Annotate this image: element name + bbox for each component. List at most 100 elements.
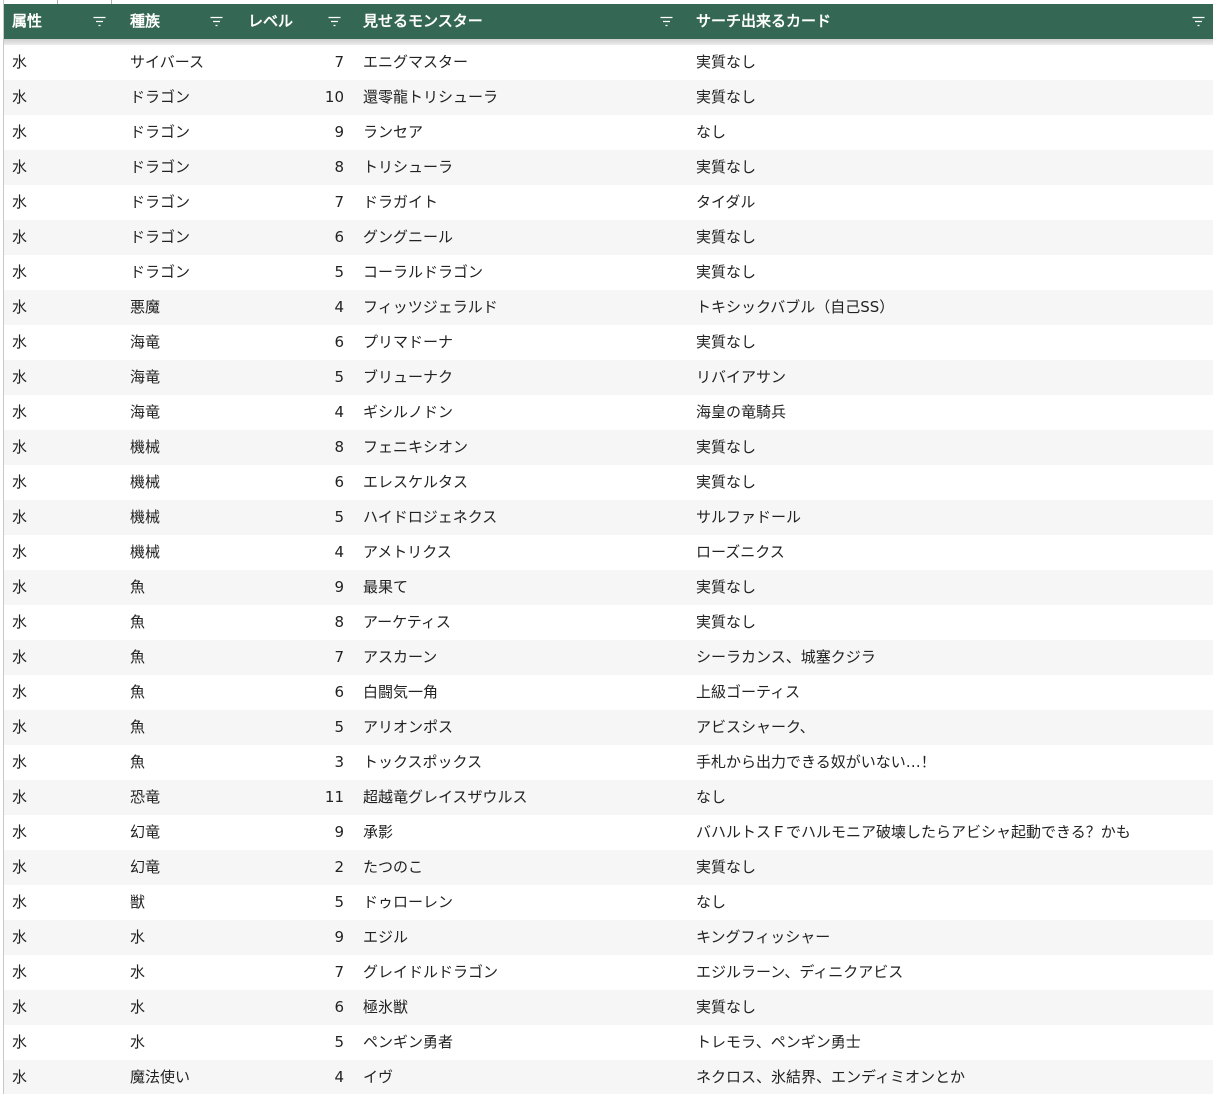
cell-level[interactable]: 4 (244, 1060, 344, 1094)
cell-level[interactable]: 5 (244, 1025, 344, 1060)
cell-searchable-card[interactable]: 実質なし (696, 570, 1211, 605)
cell-level[interactable]: 9 (244, 920, 344, 955)
cell-attribute[interactable]: 水 (12, 185, 112, 220)
cell-attribute[interactable]: 水 (12, 395, 112, 430)
cell-reveal-monster[interactable]: グングニール (363, 220, 683, 255)
cell-attribute[interactable]: 水 (12, 920, 112, 955)
cell-attribute[interactable]: 水 (12, 605, 112, 640)
cell-type[interactable]: ドラゴン (130, 80, 240, 115)
filter-icon[interactable] (210, 15, 223, 28)
cell-type[interactable]: ドラゴン (130, 185, 240, 220)
cell-level[interactable]: 6 (244, 325, 344, 360)
cell-level[interactable]: 4 (244, 535, 344, 570)
cell-type[interactable]: ドラゴン (130, 150, 240, 185)
cell-attribute[interactable]: 水 (12, 570, 112, 605)
cell-reveal-monster[interactable]: ブリューナク (363, 360, 683, 395)
cell-searchable-card[interactable]: トレモラ、ペンギン勇士 (696, 1025, 1211, 1060)
cell-attribute[interactable]: 水 (12, 500, 112, 535)
cell-searchable-card[interactable]: バハルトスＦでハルモニア破壊したらアビシャ起動できる？かも (696, 815, 1211, 850)
cell-attribute[interactable]: 水 (12, 990, 112, 1025)
cell-level[interactable]: 2 (244, 850, 344, 885)
cell-searchable-card[interactable]: なし (696, 780, 1211, 815)
cell-attribute[interactable]: 水 (12, 815, 112, 850)
cell-type[interactable]: 機械 (130, 535, 240, 570)
cell-attribute[interactable]: 水 (12, 745, 112, 780)
cell-type[interactable]: ドラゴン (130, 255, 240, 290)
cell-type[interactable]: ドラゴン (130, 220, 240, 255)
cell-searchable-card[interactable]: 実質なし (696, 465, 1211, 500)
cell-level[interactable]: 5 (244, 885, 344, 920)
cell-level[interactable]: 3 (244, 745, 344, 780)
cell-type[interactable]: 水 (130, 990, 240, 1025)
cell-reveal-monster[interactable]: アスカーン (363, 640, 683, 675)
cell-searchable-card[interactable]: タイダル (696, 185, 1211, 220)
cell-type[interactable]: 魚 (130, 570, 240, 605)
cell-type[interactable]: 恐竜 (130, 780, 240, 815)
cell-type[interactable]: 水 (130, 955, 240, 990)
cell-attribute[interactable]: 水 (12, 150, 112, 185)
cell-reveal-monster[interactable]: アメトリクス (363, 535, 683, 570)
cell-searchable-card[interactable]: 実質なし (696, 990, 1211, 1025)
cell-attribute[interactable]: 水 (12, 80, 112, 115)
cell-searchable-card[interactable]: サルファドール (696, 500, 1211, 535)
cell-type[interactable]: 機械 (130, 500, 240, 535)
cell-searchable-card[interactable]: 手札から出力できる奴がいない…！ (696, 745, 1211, 780)
cell-level[interactable]: 10 (244, 80, 344, 115)
cell-level[interactable]: 5 (244, 360, 344, 395)
cell-reveal-monster[interactable]: コーラルドラゴン (363, 255, 683, 290)
cell-attribute[interactable]: 水 (12, 255, 112, 290)
cell-attribute[interactable]: 水 (12, 115, 112, 150)
filter-icon[interactable] (660, 15, 673, 28)
cell-reveal-monster[interactable]: グレイドルドラゴン (363, 955, 683, 990)
cell-searchable-card[interactable]: 実質なし (696, 150, 1211, 185)
cell-reveal-monster[interactable]: アーケティス (363, 605, 683, 640)
cell-searchable-card[interactable]: アビスシャーク、 (696, 710, 1211, 745)
filter-icon[interactable] (1192, 15, 1205, 28)
cell-attribute[interactable]: 水 (12, 1025, 112, 1060)
cell-searchable-card[interactable]: キングフィッシャー (696, 920, 1211, 955)
cell-type[interactable]: 魚 (130, 710, 240, 745)
cell-level[interactable]: 9 (244, 815, 344, 850)
cell-attribute[interactable]: 水 (12, 430, 112, 465)
cell-reveal-monster[interactable]: 最果て (363, 570, 683, 605)
cell-type[interactable]: 魚 (130, 640, 240, 675)
cell-level[interactable]: 5 (244, 255, 344, 290)
cell-type[interactable]: 幻竜 (130, 850, 240, 885)
cell-searchable-card[interactable]: ローズニクス (696, 535, 1211, 570)
cell-type[interactable]: 海竜 (130, 325, 240, 360)
cell-searchable-card[interactable]: エジルラーン、ディニクアビス (696, 955, 1211, 990)
cell-type[interactable]: 悪魔 (130, 290, 240, 325)
cell-searchable-card[interactable]: 実質なし (696, 325, 1211, 360)
cell-reveal-monster[interactable]: 白闘気一角 (363, 675, 683, 710)
cell-attribute[interactable]: 水 (12, 955, 112, 990)
cell-searchable-card[interactable]: 実質なし (696, 605, 1211, 640)
cell-type[interactable]: 魔法使い (130, 1060, 240, 1094)
cell-level[interactable]: 6 (244, 675, 344, 710)
cell-type[interactable]: 機械 (130, 430, 240, 465)
cell-attribute[interactable]: 水 (12, 360, 112, 395)
cell-searchable-card[interactable]: 海皇の竜騎兵 (696, 395, 1211, 430)
column-header-type[interactable]: 種族 (130, 4, 160, 39)
cell-level[interactable]: 9 (244, 570, 344, 605)
cell-attribute[interactable]: 水 (12, 885, 112, 920)
cell-level[interactable]: 7 (244, 640, 344, 675)
cell-level[interactable]: 6 (244, 220, 344, 255)
cell-reveal-monster[interactable]: ドゥローレン (363, 885, 683, 920)
cell-level[interactable]: 6 (244, 990, 344, 1025)
cell-reveal-monster[interactable]: ハイドロジェネクス (363, 500, 683, 535)
cell-searchable-card[interactable]: なし (696, 885, 1211, 920)
cell-level[interactable]: 8 (244, 605, 344, 640)
cell-searchable-card[interactable]: 実質なし (696, 430, 1211, 465)
cell-attribute[interactable]: 水 (12, 290, 112, 325)
cell-type[interactable]: 魚 (130, 745, 240, 780)
cell-reveal-monster[interactable]: トックスポックス (363, 745, 683, 780)
cell-level[interactable]: 6 (244, 465, 344, 500)
column-header-level[interactable]: レベル (248, 4, 293, 39)
cell-type[interactable]: ドラゴン (130, 115, 240, 150)
cell-attribute[interactable]: 水 (12, 850, 112, 885)
cell-level[interactable]: 8 (244, 430, 344, 465)
cell-searchable-card[interactable]: トキシックバブル（自己SS） (696, 290, 1211, 325)
cell-reveal-monster[interactable]: ドラガイト (363, 185, 683, 220)
cell-attribute[interactable]: 水 (12, 220, 112, 255)
cell-attribute[interactable]: 水 (12, 45, 112, 80)
